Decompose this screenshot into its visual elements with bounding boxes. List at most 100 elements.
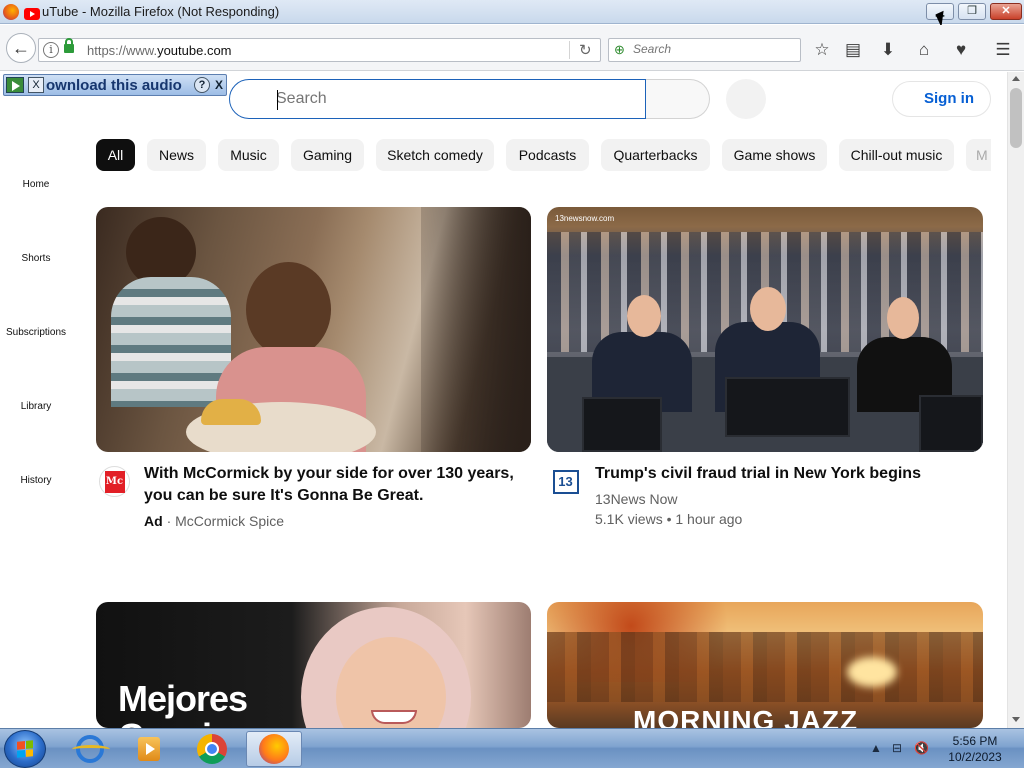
sidebar-item-library[interactable]: Library [0, 401, 72, 412]
window-title-bar: uTube - Mozilla Firefox (Not Responding)… [0, 0, 1024, 28]
volume-muted-icon[interactable]: 🔇 [914, 741, 929, 755]
youtube-search-box[interactable] [229, 79, 646, 119]
taskbar-internet-explorer[interactable] [62, 731, 118, 767]
reload-icon[interactable]: ↻ [579, 41, 592, 59]
thumbnail-monitor [582, 397, 662, 452]
reading-list-icon[interactable]: ▤ [842, 39, 864, 61]
thumbnail-sun [847, 657, 897, 687]
window-title: uTube - Mozilla Firefox (Not Responding) [42, 4, 280, 19]
video-meta-mccormick: Ad · McCormick Spice [144, 513, 284, 529]
sign-in-button[interactable]: Sign in [892, 81, 991, 117]
mccormick-logo-icon: Mc [104, 470, 125, 493]
video-thumbnail-mccormick[interactable] [96, 207, 531, 452]
thumbnail-shadow [421, 207, 531, 452]
download-audio-label[interactable]: ownload this audio [46, 77, 182, 94]
browser-search-input[interactable] [633, 42, 793, 56]
video-thumbnail-mejores-canciones[interactable]: Mejores Canciones [96, 602, 531, 728]
start-button[interactable] [4, 730, 46, 768]
chrome-icon [197, 734, 227, 764]
chip-all[interactable]: All [96, 139, 135, 171]
clock-time: 5:56 PM [952, 734, 998, 748]
help-icon[interactable]: ? [194, 77, 210, 93]
home-icon[interactable]: ⌂ [913, 39, 935, 61]
video-title-mccormick-line1[interactable]: With McCormick by your side for over 130… [144, 463, 514, 485]
thumbnail-trees [547, 632, 983, 702]
pocket-icon[interactable]: ♥ [950, 39, 972, 61]
url-text[interactable]: https://www.youtube.com [87, 43, 232, 58]
13news-logo-icon: 13 [552, 469, 579, 494]
chip-podcasts[interactable]: Podcasts [506, 139, 589, 171]
firefox-icon [3, 4, 19, 20]
audio-bar-dismiss-button[interactable]: X [212, 77, 226, 93]
restore-icon: ❐ [967, 5, 977, 17]
sidebar-item-subscriptions[interactable]: Subscriptions [0, 327, 72, 338]
scroll-up-icon[interactable] [1012, 76, 1020, 81]
media-player-icon [138, 737, 160, 761]
site-info-icon[interactable]: i [43, 42, 59, 58]
firefox-icon [259, 734, 289, 764]
video-stats-trump-trial: 5.1K views • 1 hour ago [595, 511, 743, 527]
internet-explorer-icon [72, 735, 110, 763]
star-icon[interactable]: ☆ [811, 39, 833, 61]
scrollbar-thumb[interactable] [1010, 88, 1022, 148]
thumbnail-text-line2: Canciones [118, 716, 292, 728]
chip-sketch-comedy[interactable]: Sketch comedy [376, 139, 494, 171]
browser-toolbar: ← i https://www.youtube.com ↻ ⊕ ☆ ▤ ⬇ ⌂ … [0, 25, 1024, 71]
close-icon: ✕ [1001, 5, 1011, 17]
menu-icon[interactable]: ☰ [992, 39, 1014, 61]
maximize-button[interactable]: ❐ [958, 3, 986, 20]
video-title-mccormick-line2[interactable]: you can be sure It's Gonna Be Great. [144, 485, 423, 507]
chip-chill-out-music[interactable]: Chill-out music [839, 139, 954, 171]
system-clock[interactable]: 5:56 PM 10/2/2023 [940, 733, 1010, 765]
download-icon[interactable]: ⬇ [877, 39, 899, 61]
channel-avatar-13news[interactable]: 13 [550, 466, 581, 497]
youtube-search-button[interactable] [646, 79, 710, 119]
taskbar-chrome[interactable] [184, 731, 240, 767]
taskbar-media-player[interactable] [121, 731, 177, 767]
chip-quarterbacks[interactable]: Quarterbacks [601, 139, 710, 171]
thumbnail-figure [371, 710, 417, 724]
audio-bar-close-button[interactable]: X [28, 77, 44, 93]
browser-search-box[interactable]: ⊕ [608, 38, 801, 62]
channel-name-13news[interactable]: 13News Now [595, 491, 677, 507]
video-thumbnail-morning-jazz[interactable]: MORNING JAZZ [547, 602, 983, 728]
chip-gaming[interactable]: Gaming [291, 139, 364, 171]
video-title-trump-trial[interactable]: Trump's civil fraud trial in New York be… [595, 463, 921, 485]
video-thumbnail-trump-trial[interactable]: 13newsnow.com [547, 207, 983, 452]
page-scrollbar[interactable] [1007, 72, 1024, 728]
play-icon[interactable] [6, 77, 24, 93]
sidebar-item-history[interactable]: History [0, 475, 72, 486]
chip-news[interactable]: News [147, 139, 206, 171]
thumbnail-figure [887, 297, 919, 339]
chip-more[interactable]: M [966, 139, 991, 171]
youtube-favicon-icon [24, 8, 40, 20]
show-hidden-icons-icon[interactable]: ▲ [870, 741, 882, 755]
sidebar-item-home[interactable]: Home [0, 179, 72, 190]
sidebar-item-shorts[interactable]: Shorts [0, 253, 72, 264]
chip-game-shows[interactable]: Game shows [722, 139, 827, 171]
voice-search-button[interactable] [726, 79, 766, 119]
windows-logo-icon [17, 740, 33, 758]
thumbnail-figure [750, 287, 786, 331]
thumbnail-monitor [725, 377, 850, 437]
close-button[interactable]: ✕ [990, 3, 1022, 20]
thumbnail-taco [201, 399, 261, 425]
scroll-down-icon[interactable] [1012, 717, 1020, 722]
back-button[interactable]: ← [6, 33, 36, 63]
thumbnail-monitor [919, 395, 983, 452]
lock-icon [64, 38, 74, 53]
network-icon[interactable]: ⊟ [892, 741, 902, 755]
youtube-search-input[interactable] [276, 90, 626, 108]
download-audio-bar: X ownload this audio ? X [3, 74, 227, 96]
thumbnail-text: MORNING JAZZ [633, 705, 859, 728]
search-engine-icon: ⊕ [614, 42, 625, 57]
taskbar-firefox[interactable] [246, 731, 302, 767]
channel-avatar-mccormick[interactable]: Mc [99, 466, 130, 497]
clock-date: 10/2/2023 [948, 750, 1002, 764]
back-arrow-icon: ← [12, 37, 30, 58]
category-chips: All News Music Gaming Sketch comedy Podc… [96, 139, 991, 171]
channel-name-mccormick[interactable]: McCormick Spice [175, 513, 284, 529]
chip-music[interactable]: Music [218, 139, 279, 171]
address-bar[interactable]: i https://www.youtube.com ↻ [38, 38, 601, 62]
thumbnail-figure [246, 262, 331, 357]
